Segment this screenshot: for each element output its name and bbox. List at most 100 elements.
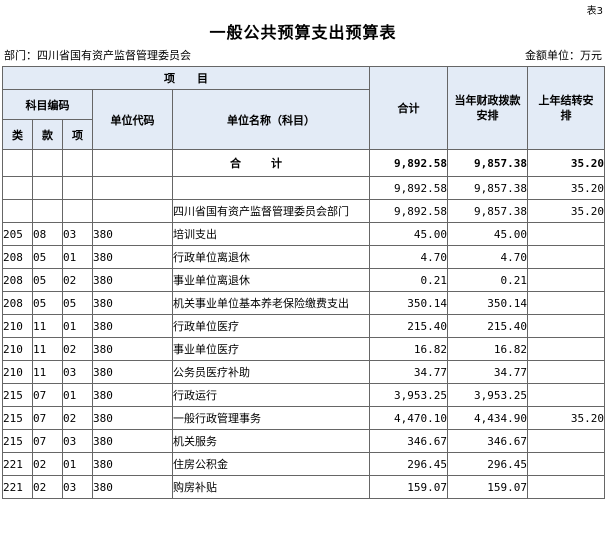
xiang-cell: 01 <box>62 452 93 476</box>
current-cell: 215.40 <box>447 314 528 338</box>
subject-name-cell: 公务员医疗补助 <box>172 360 370 384</box>
total-cell: 215.40 <box>369 314 448 338</box>
lei-cell: 205 <box>2 222 33 246</box>
grand-total-current: 9,857.38 <box>447 149 528 177</box>
xiang-cell: 03 <box>62 360 93 384</box>
subtotal-row: 9,892.58 9,857.38 35.20 <box>2 176 605 200</box>
xiang-cell: 02 <box>62 337 93 361</box>
total-cell: 3,953.25 <box>369 383 448 407</box>
table-row: 215 07 03 380 机关服务 346.67 346.67 <box>2 429 605 453</box>
subject-name-cell: 一般行政管理事务 <box>172 406 370 430</box>
total-cell: 4,470.10 <box>369 406 448 430</box>
unit-code-cell: 380 <box>92 314 173 338</box>
item-header: 项 目 <box>2 66 370 90</box>
table-row: 210 11 01 380 行政单位医疗 215.40 215.40 <box>2 314 605 338</box>
unit-name-header: 单位名称（科目） <box>172 89 370 150</box>
kuan-cell: 05 <box>32 268 63 292</box>
subject-name-cell: 购房补贴 <box>172 475 370 499</box>
carry-cell <box>527 360 605 384</box>
department-carry: 35.20 <box>527 199 605 223</box>
current-cell: 0.21 <box>447 268 528 292</box>
amount-unit-label: 金额单位：万元 <box>525 49 602 62</box>
subject-name-cell: 行政单位医疗 <box>172 314 370 338</box>
total-cell: 4.70 <box>369 245 448 269</box>
carry-cell <box>527 429 605 453</box>
detail-rows: 205 08 03 380 培训支出 45.00 45.00 208 05 01 380 行政单位离退… <box>2 222 605 499</box>
lei-cell: 208 <box>2 268 33 292</box>
page-title: 一般公共预算支出预算表 <box>209 23 397 42</box>
current-cell: 346.67 <box>447 429 528 453</box>
total-cell: 346.67 <box>369 429 448 453</box>
table-row: 221 02 03 380 购房补贴 159.07 159.07 <box>2 475 605 499</box>
grand-total-label: 合计 <box>172 149 370 177</box>
grand-total-row: 合计 9,892.58 9,857.38 35.20 <box>2 149 605 177</box>
carry-cell: 35.20 <box>527 406 605 430</box>
lei-cell: 210 <box>2 337 33 361</box>
subject-name-cell: 行政运行 <box>172 383 370 407</box>
lei-header: 类 <box>2 119 33 150</box>
unit-code-cell: 380 <box>92 245 173 269</box>
carry-cell <box>527 245 605 269</box>
carry-cell <box>527 314 605 338</box>
current-year-header: 当年财政拨款安排 <box>447 66 528 150</box>
unit-code-cell: 380 <box>92 360 173 384</box>
lei-cell: 208 <box>2 245 33 269</box>
total-cell: 45.00 <box>369 222 448 246</box>
current-cell: 4.70 <box>447 245 528 269</box>
table-row: 215 07 01 380 行政运行 3,953.25 3,953.25 <box>2 383 605 407</box>
kuan-cell: 11 <box>32 314 63 338</box>
xiang-cell: 02 <box>62 268 93 292</box>
kuan-cell: 08 <box>32 222 63 246</box>
xiang-cell: 01 <box>62 245 93 269</box>
kuan-cell: 07 <box>32 429 63 453</box>
carry-cell <box>527 383 605 407</box>
lei-cell: 215 <box>2 383 33 407</box>
kuan-cell: 07 <box>32 383 63 407</box>
table-row: 210 11 02 380 事业单位医疗 16.82 16.82 <box>2 337 605 361</box>
department-total: 9,892.58 <box>369 199 448 223</box>
current-cell: 296.45 <box>447 452 528 476</box>
unit-code-cell: 380 <box>92 337 173 361</box>
lei-cell: 210 <box>2 360 33 384</box>
carry-cell <box>527 452 605 476</box>
current-cell: 16.82 <box>447 337 528 361</box>
budget-table: 项 目 合计 当年财政拨款安排 上年结转安排 科目编码 单位代码 单位名称（科目… <box>2 66 605 499</box>
unit-code-cell: 380 <box>92 268 173 292</box>
department-label: 部门：四川省国有资产监督管理委员会 <box>4 49 191 62</box>
xiang-cell: 02 <box>62 406 93 430</box>
unit-code-cell: 380 <box>92 452 173 476</box>
current-cell: 34.77 <box>447 360 528 384</box>
subtotal-current: 9,857.38 <box>447 176 528 200</box>
subject-name-cell: 住房公积金 <box>172 452 370 476</box>
current-cell: 45.00 <box>447 222 528 246</box>
kuan-cell: 02 <box>32 475 63 499</box>
table-row: 221 02 01 380 住房公积金 296.45 296.45 <box>2 452 605 476</box>
kuan-cell: 07 <box>32 406 63 430</box>
lei-cell: 221 <box>2 452 33 476</box>
subtotal-total: 9,892.58 <box>369 176 448 200</box>
lei-cell: 215 <box>2 406 33 430</box>
unit-code-cell: 380 <box>92 383 173 407</box>
kuan-header: 款 <box>32 119 63 150</box>
department-name: 四川省国有资产监督管理委员会部门 <box>172 199 370 223</box>
current-cell: 159.07 <box>447 475 528 499</box>
subject-code-header: 科目编码 <box>2 89 93 120</box>
subject-name-cell: 机关事业单位基本养老保险缴费支出 <box>172 291 370 315</box>
subject-name-cell: 培训支出 <box>172 222 370 246</box>
kuan-cell: 05 <box>32 291 63 315</box>
subject-name-cell: 行政单位离退休 <box>172 245 370 269</box>
unit-code-cell: 380 <box>92 222 173 246</box>
table-row: 210 11 03 380 公务员医疗补助 34.77 34.77 <box>2 360 605 384</box>
department-row: 四川省国有资产监督管理委员会部门 9,892.58 9,857.38 35.20 <box>2 199 605 223</box>
subject-name-cell: 事业单位离退休 <box>172 268 370 292</box>
table-row: 205 08 03 380 培训支出 45.00 45.00 <box>2 222 605 246</box>
xiang-header: 项 <box>62 119 93 150</box>
grand-total-carry: 35.20 <box>527 149 605 177</box>
carry-cell <box>527 337 605 361</box>
unit-code-cell: 380 <box>92 429 173 453</box>
kuan-cell: 11 <box>32 360 63 384</box>
carry-cell <box>527 222 605 246</box>
xiang-cell: 05 <box>62 291 93 315</box>
carry-cell <box>527 291 605 315</box>
lei-cell: 221 <box>2 475 33 499</box>
